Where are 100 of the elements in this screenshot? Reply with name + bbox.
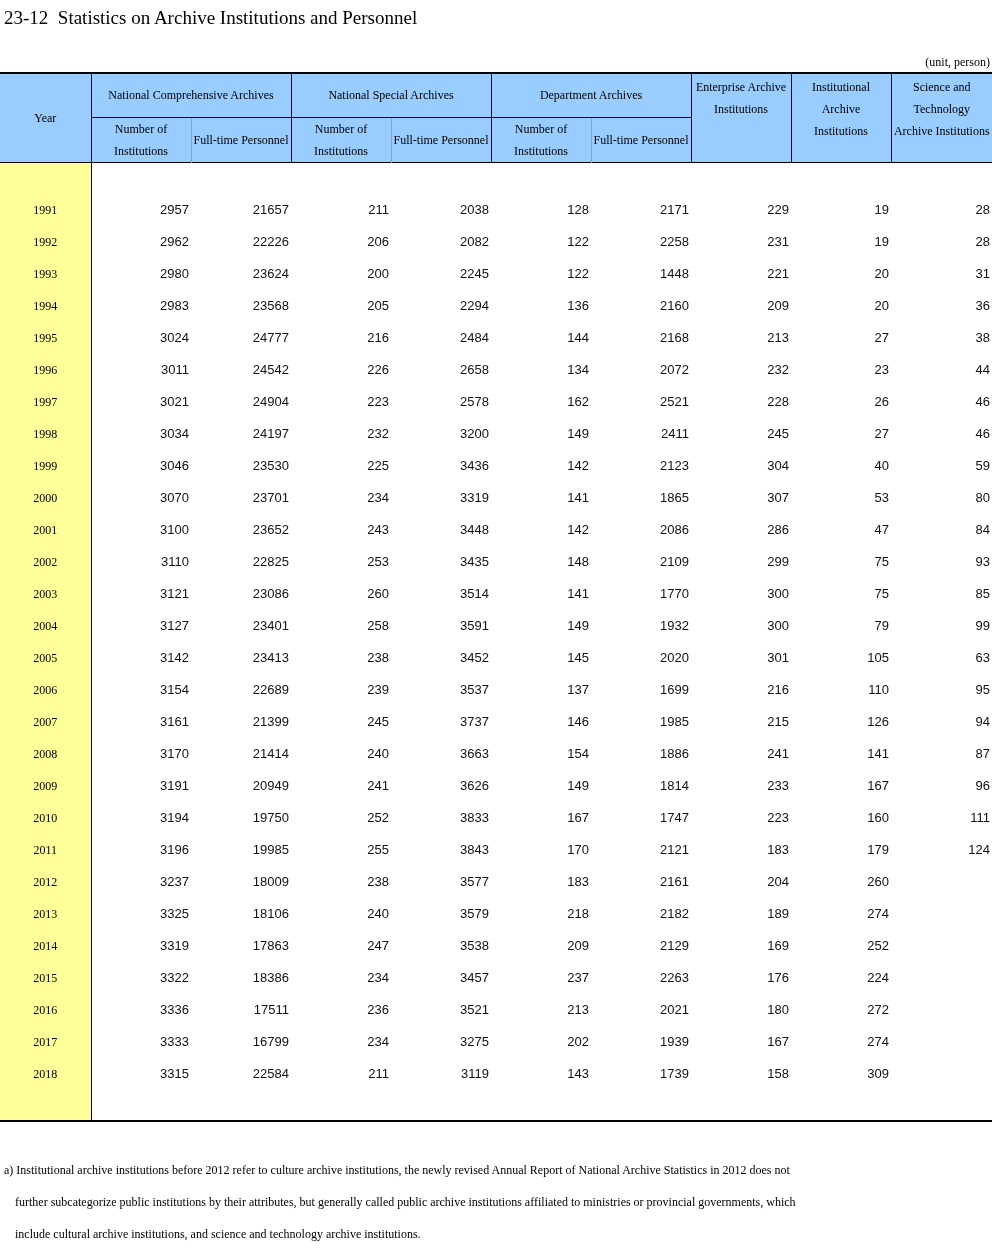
table-cell-text: 149 [566,777,591,796]
table-cell-text: 2258 [659,233,691,252]
table-cell-text: 1886 [659,745,691,764]
table-cell-text: 239 [366,681,390,700]
table-cell-text: 19 [873,233,891,252]
table-cell-text: 96 [974,777,992,796]
table-cell-text: 300 [766,617,791,636]
table-cell-text: 162 [566,393,591,412]
table-cell: 3110 [91,546,191,578]
table-cell-text: 110 [867,681,891,700]
table-cell: 3121 [91,578,191,610]
table-cell-text: 2263 [659,969,691,988]
table-cell-text: 16799 [251,1033,290,1052]
table-cell-text: 167 [566,809,591,828]
table-cell: 3024 [91,322,191,354]
table-cell-text: 142 [566,521,591,540]
table-cell-text: 46 [974,425,992,444]
table-cell-text: 245 [366,713,390,732]
table-cell-text: 95 [974,681,992,700]
table-cell-text: 28 [974,233,992,252]
year-cell: 1995 [0,322,91,354]
column-header: Number of Institutions [91,117,191,162]
table-cell-text: 53 [873,489,891,508]
table-cell-text: 145 [566,649,591,668]
table-cell-text: 144 [566,329,591,348]
table-cell-text: 23624 [251,265,290,284]
table-cell-text: 99 [974,617,992,636]
table-cell: 2980 [91,258,191,290]
table-cell-text: 3626 [459,777,491,796]
table-cell-text: 36 [974,297,992,316]
table-cell: 3142 [91,642,191,674]
table-cell-text: 224 [866,969,891,988]
table-cell-text: 3521 [459,1001,491,1020]
year-cell: 2016 [0,994,91,1026]
table-cell-text: 176 [766,969,791,988]
table-cell-text: 21414 [251,745,290,764]
table-cell-text: 209 [766,297,791,316]
table-cell: 3196 [91,834,191,866]
table-cell-text: 19985 [251,841,290,860]
table-cell-text: 205 [366,297,390,316]
table-cell-text: 234 [366,969,390,988]
table-cell-text: 24904 [251,393,290,412]
table-cell-text: 1770 [659,585,691,604]
table-cell-text: 18106 [251,905,290,924]
year-cell: 2007 [0,706,91,738]
table-cell-text: 122 [566,233,591,252]
table-cell: 3194 [91,802,191,834]
column-header: Number of Institutions [291,117,391,162]
table-cell-text: 226 [366,361,390,380]
table-cell-text: 3448 [459,521,491,540]
table-cell-text: 143 [566,1065,591,1084]
table-cell-text: 2123 [659,457,691,476]
table-cell: 3011 [91,354,191,386]
table-cell-text: 22825 [251,553,290,572]
table-cell-text: 31 [974,265,992,284]
table-cell-text: 3514 [459,585,491,604]
table-cell: 3100 [91,514,191,546]
column-group-header: National Comprehensive Archives [91,73,291,117]
table-cell-text: 87 [974,745,992,764]
table-cell-text: 3579 [459,905,491,924]
table-cell-text: 1747 [659,809,691,828]
table-cell-text: 225 [366,457,390,476]
table-cell: 3021 [91,386,191,418]
table-cell-text: 158 [766,1065,791,1084]
column-header: Full-time Personnel [391,117,492,162]
table-cell-text: 1699 [659,681,691,700]
table-cell-text: 22226 [251,233,290,252]
table-cell-text: 2161 [659,873,691,892]
table-cell-text: 2129 [659,937,691,956]
table-cell-text: 301 [766,649,791,668]
table-cell-text: 202 [566,1033,591,1052]
table-cell-text: 179 [866,841,891,860]
table-cell-text: 2658 [459,361,491,380]
table-cell-text: 1932 [659,617,691,636]
table-cell-text: 20 [873,297,891,316]
table-cell-text: 2484 [459,329,491,348]
table-cell-text: 2038 [459,201,491,220]
table-cell-text: 160 [866,809,891,828]
table-cell-text: 243 [366,521,390,540]
table-cell-text: 128 [566,201,591,220]
table-cell-text: 124 [967,841,992,860]
table-cell-text: 137 [566,681,591,700]
table-cell-text: 3319 [459,489,491,508]
table-cell-text: 238 [366,649,390,668]
table-cell-text: 2245 [459,265,491,284]
table-cell-text: 75 [873,553,891,572]
table-cell-text: 274 [866,1033,891,1052]
table-cell-text: 2182 [659,905,691,924]
table-cell-text: 234 [366,489,390,508]
table-cell-text: 17863 [251,937,290,956]
table-cell-text: 2086 [659,521,691,540]
year-cell: 1992 [0,226,91,258]
year-cell: 1993 [0,258,91,290]
table-cell-text: 134 [566,361,591,380]
table-cell-text: 3119 [460,1065,491,1084]
column-header: Number of Institutions [491,117,592,162]
table-cell-text: 23413 [251,649,290,668]
table-cell-text: 94 [974,713,992,732]
table-cell-text: 111 [969,809,992,828]
table-cell-text: 47 [873,521,891,540]
